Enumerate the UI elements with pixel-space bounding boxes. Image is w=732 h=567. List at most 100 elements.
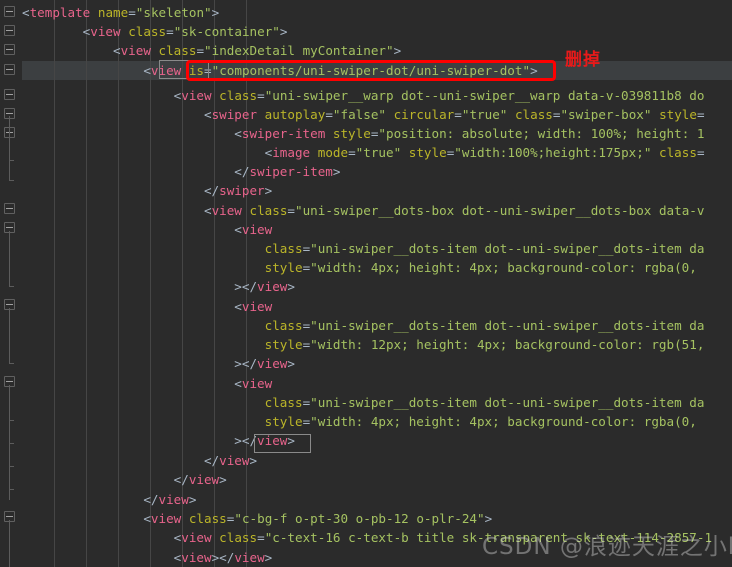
code-line[interactable]: <view — [22, 220, 272, 239]
token-str: "uni-swiper__dots-item dot--uni-swiper__… — [310, 318, 705, 333]
token-str: "width: 12px; height: 4px; background-co… — [310, 337, 705, 352]
token-tag: view — [181, 550, 212, 565]
fold-region-line — [9, 520, 10, 567]
token-str: "uni-swiper__dots-item dot--uni-swiper__… — [310, 395, 705, 410]
fold-region-end-tick — [9, 466, 14, 467]
code-line[interactable]: </view> — [22, 470, 227, 489]
token-attr: class — [514, 107, 553, 122]
token-attr: name — [97, 5, 129, 20]
token-punct: ></ — [211, 550, 235, 565]
fold-toggle-icon[interactable] — [4, 89, 15, 100]
token-punct — [651, 107, 659, 122]
token-punct: < — [22, 88, 182, 103]
token-punct: = — [696, 145, 705, 160]
code-line[interactable]: <view class="uni-swiper__dots-box dot--u… — [22, 201, 704, 220]
token-str: "position: absolute; width: 100%; height… — [378, 126, 705, 141]
token-punct: > — [219, 472, 227, 487]
token-tag: view — [90, 24, 121, 39]
token-attr: style — [408, 145, 447, 160]
editor-code-area[interactable]: <template name="skeleton"> <view class="… — [22, 0, 732, 567]
token-punct: < — [22, 376, 242, 391]
code-line[interactable]: <view — [22, 374, 272, 393]
token-punct: < — [22, 203, 212, 218]
token-punct: > — [264, 183, 273, 198]
code-line[interactable]: <view is="components/uni-swiper-dot/uni-… — [22, 61, 538, 80]
token-tag: view — [211, 203, 242, 218]
fold-toggle-icon[interactable] — [4, 44, 15, 55]
fold-toggle-icon[interactable] — [4, 6, 15, 17]
token-punct — [310, 145, 318, 160]
token-attr: class — [264, 318, 303, 333]
code-line[interactable]: ></view> — [22, 277, 295, 296]
fold-region-end-tick — [9, 443, 14, 444]
token-tag: view — [181, 530, 212, 545]
token-str: "c-bg-f o-pt-30 o-pb-12 o-plr-24" — [234, 511, 485, 526]
code-line[interactable]: <image mode="true" style="width:100%;hei… — [22, 143, 705, 162]
token-punct: = — [696, 107, 705, 122]
token-punct — [22, 318, 265, 333]
code-line[interactable]: style="width: 4px; height: 4px; backgrou… — [22, 412, 697, 431]
token-attr: class — [128, 24, 167, 39]
fold-gutter[interactable] — [0, 0, 22, 567]
token-punct: > — [530, 63, 538, 78]
token-attr: class — [249, 203, 288, 218]
token-str: "sk-container" — [173, 24, 280, 39]
token-str: "true" — [461, 107, 508, 122]
code-line[interactable]: <view — [22, 297, 272, 316]
code-line[interactable]: <view class="uni-swiper__warp dot--uni-s… — [22, 86, 705, 105]
code-line[interactable]: ></view> — [22, 354, 295, 373]
token-tag: template — [29, 5, 91, 20]
token-str: "false" — [332, 107, 386, 122]
token-punct: = — [348, 145, 356, 160]
code-line[interactable]: <view class="sk-container"> — [22, 22, 288, 41]
token-punct: ></ — [22, 433, 258, 448]
code-line[interactable]: <view></view> — [22, 548, 273, 567]
token-str: "indexDetail myContainer" — [204, 43, 394, 58]
token-attr: class — [264, 395, 303, 410]
code-line[interactable]: style="width: 4px; height: 4px; backgrou… — [22, 258, 697, 277]
token-tag: view — [158, 492, 189, 507]
code-line[interactable]: <view class="indexDetail myContainer"> — [22, 41, 401, 60]
code-line[interactable]: class="uni-swiper__dots-item dot--uni-sw… — [22, 239, 705, 258]
token-punct — [242, 203, 250, 218]
code-line[interactable]: class="uni-swiper__dots-item dot--uni-sw… — [22, 316, 705, 335]
token-punct: > — [279, 24, 288, 39]
token-punct: = — [257, 88, 265, 103]
code-line[interactable]: style="width: 12px; height: 4px; backgro… — [22, 335, 705, 354]
token-attr: class — [264, 241, 303, 256]
code-line[interactable]: class="uni-swiper__dots-item dot--uni-sw… — [22, 393, 705, 412]
token-punct — [257, 107, 265, 122]
token-punct: < — [22, 550, 182, 565]
token-tag: view — [150, 511, 182, 526]
code-line[interactable]: <swiper-item style="position: absolute; … — [22, 124, 704, 143]
token-tag: swiper — [211, 107, 258, 122]
fold-toggle-icon[interactable] — [4, 25, 15, 36]
code-line[interactable]: ></view> — [22, 431, 295, 450]
code-line[interactable]: </view> — [22, 451, 257, 470]
token-str: "uni-swiper__warp dot--uni-swiper__warp … — [264, 88, 705, 103]
code-line[interactable]: </swiper-item> — [22, 162, 340, 181]
fold-toggle-icon[interactable] — [4, 64, 15, 75]
token-attr: mode — [317, 145, 349, 160]
token-punct: > — [211, 5, 220, 20]
token-punct: < — [22, 43, 121, 58]
token-tag: image — [272, 145, 311, 160]
code-line[interactable]: </swiper> — [22, 181, 272, 200]
token-punct: > — [249, 453, 258, 468]
token-punct — [22, 414, 265, 429]
token-attr: class — [659, 145, 697, 160]
token-str: "uni-swiper__dots-box dot--uni-swiper__d… — [295, 203, 705, 218]
fold-toggle-icon[interactable] — [4, 203, 15, 214]
token-punct: </ — [22, 164, 250, 179]
token-punct — [22, 241, 265, 256]
code-line[interactable]: <template name="skeleton"> — [22, 3, 219, 22]
token-str: "swiper-box" — [560, 107, 652, 122]
code-line[interactable]: </view> — [22, 490, 196, 509]
token-tag: view — [234, 550, 265, 565]
code-line[interactable]: <view class="c-bg-f o-pt-30 o-pb-12 o-pl… — [22, 509, 492, 528]
token-str: "c-text-16 c-text-b title sk-transparent… — [264, 530, 713, 545]
code-line[interactable]: <view class="c-text-16 c-text-b title sk… — [22, 528, 712, 547]
fold-region-end-tick — [9, 160, 14, 161]
code-line[interactable]: <swiper autoplay="false" circular="true"… — [22, 105, 705, 124]
token-punct — [90, 5, 98, 20]
